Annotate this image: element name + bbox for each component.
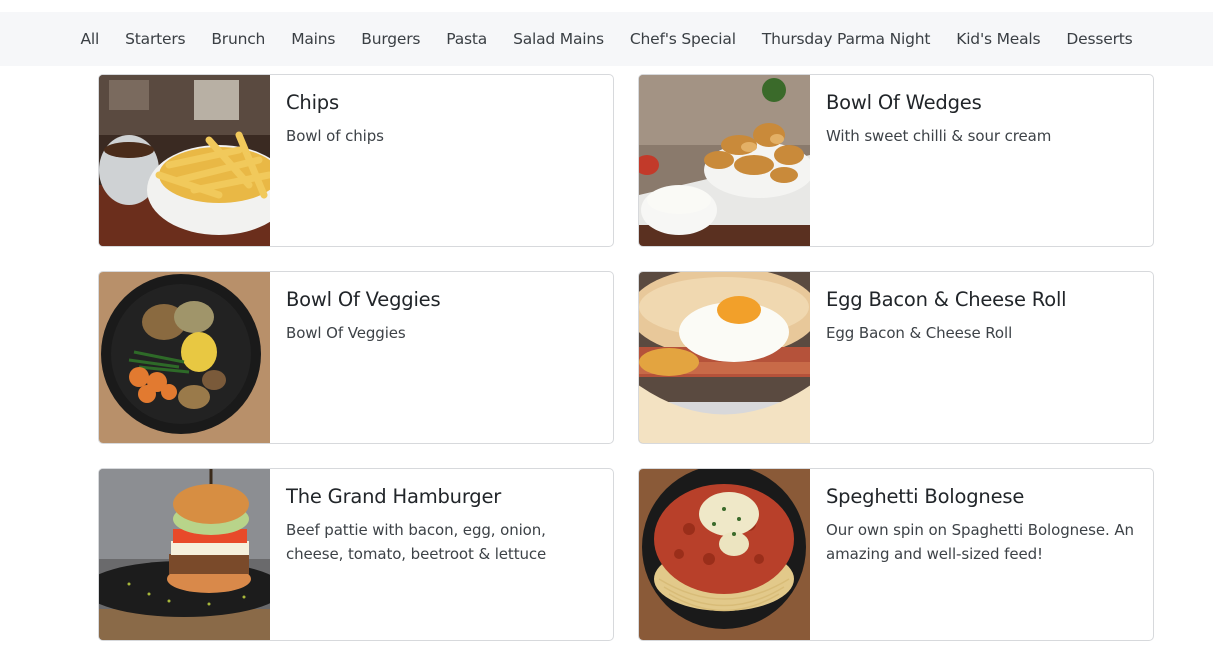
menu-grid: Chips Bowl of chips Bowl Of Wedges With … — [98, 74, 1154, 641]
item-description: Beef pattie with bacon, egg, onion, chee… — [286, 521, 547, 563]
menu-card[interactable]: Egg Bacon & Cheese Roll Egg Bacon & Chee… — [638, 271, 1154, 444]
menu-card[interactable]: Chips Bowl of chips — [98, 74, 614, 247]
veggies-photo — [99, 272, 270, 443]
menu-card[interactable]: Speghetti Bolognese Our own spin on Spag… — [638, 468, 1154, 641]
nav-starters[interactable]: Starters — [112, 12, 198, 66]
item-description: Our own spin on Spaghetti Bolognese. An … — [826, 521, 1134, 563]
item-title: Bowl Of Wedges — [826, 91, 982, 114]
wedges-photo — [639, 75, 810, 246]
chips-photo — [99, 75, 270, 246]
nav-brunch[interactable]: Brunch — [198, 12, 278, 66]
nav-salad-mains[interactable]: Salad Mains — [500, 12, 617, 66]
item-description: Bowl Of Veggies — [286, 324, 406, 342]
spaghetti-photo — [639, 469, 810, 640]
item-title: Egg Bacon & Cheese Roll — [826, 288, 1067, 311]
menu-card[interactable]: The Grand Hamburger Beef pattie with bac… — [98, 468, 614, 641]
item-description: Bowl of chips — [286, 127, 384, 145]
item-title: Bowl Of Veggies — [286, 288, 441, 311]
nav-kids-meals[interactable]: Kid's Meals — [943, 12, 1053, 66]
item-description: Egg Bacon & Cheese Roll — [826, 324, 1013, 342]
item-description: With sweet chilli & sour cream — [826, 127, 1052, 145]
nav-all[interactable]: All — [68, 12, 113, 66]
nav-thursday-parma-night[interactable]: Thursday Parma Night — [749, 12, 943, 66]
category-nav: All Starters Brunch Mains Burgers Pasta … — [0, 12, 1213, 66]
top-border — [0, 0, 1213, 4]
nav-mains[interactable]: Mains — [278, 12, 348, 66]
item-title: Speghetti Bolognese — [826, 485, 1025, 508]
item-title: The Grand Hamburger — [286, 485, 502, 508]
menu-card[interactable]: Bowl Of Veggies Bowl Of Veggies — [98, 271, 614, 444]
egg-roll-photo — [639, 272, 810, 443]
nav-desserts[interactable]: Desserts — [1053, 12, 1145, 66]
nav-pasta[interactable]: Pasta — [433, 12, 500, 66]
menu-card[interactable]: Bowl Of Wedges With sweet chilli & sour … — [638, 74, 1154, 247]
item-title: Chips — [286, 91, 339, 114]
nav-chefs-special[interactable]: Chef's Special — [617, 12, 749, 66]
nav-burgers[interactable]: Burgers — [348, 12, 433, 66]
hamburger-photo — [99, 469, 270, 640]
